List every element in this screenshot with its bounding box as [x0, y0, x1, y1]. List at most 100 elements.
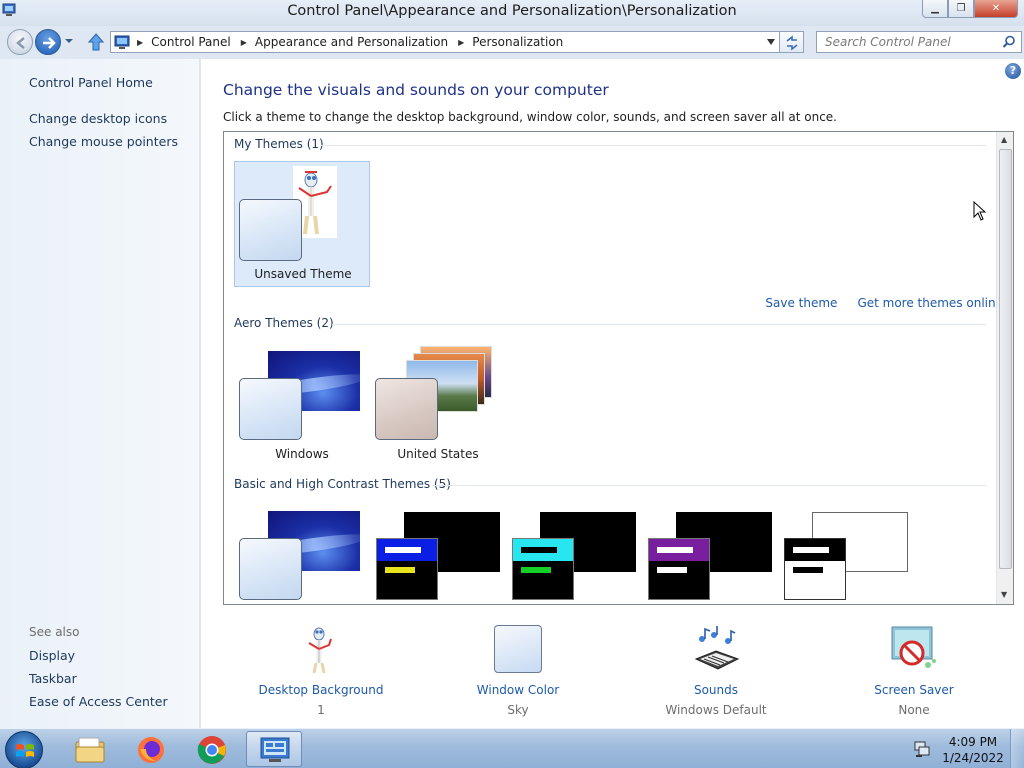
setting-value: Windows Default: [665, 703, 767, 717]
scroll-thumb[interactable]: [999, 149, 1012, 569]
window-color-setting[interactable]: Window Color Sky: [448, 625, 588, 717]
setting-value: 1: [317, 703, 325, 717]
sounds-icon: [694, 626, 740, 670]
contrast-window-preview: [648, 538, 710, 600]
network-icon[interactable]: [913, 740, 931, 758]
sidebar-item-control-panel-home[interactable]: Control Panel Home: [29, 75, 153, 90]
desktop-background-setting[interactable]: Desktop Background 1: [251, 625, 391, 717]
setting-value: None: [898, 703, 930, 717]
window-color-preview: [375, 378, 438, 440]
sidebar-item-change-mouse-pointers[interactable]: Change mouse pointers: [29, 134, 178, 149]
refresh-icon: [786, 35, 798, 51]
breadcrumb-appearance[interactable]: Appearance and Personalization: [255, 35, 448, 49]
title-bar: Control Panel\Appearance and Personaliza…: [0, 0, 1024, 26]
group-divider: [320, 145, 986, 146]
breadcrumb-personalization[interactable]: Personalization: [472, 35, 563, 49]
see-also-heading: See also: [29, 625, 80, 639]
mouse-cursor-icon: [973, 201, 987, 221]
refresh-button[interactable]: [780, 31, 804, 53]
screen-saver-setting[interactable]: Screen Saver None: [844, 625, 984, 717]
scroll-down-icon[interactable]: ▼: [1001, 590, 1007, 599]
theme-unsaved[interactable]: Unsaved Theme: [234, 161, 370, 287]
forky-icon: [308, 627, 332, 674]
recent-pages-dropdown-icon[interactable]: [64, 36, 74, 46]
taskbar-firefox[interactable]: [123, 731, 179, 767]
setting-label[interactable]: Screen Saver: [844, 683, 984, 697]
theme-list: My Themes (1) Unsaved Theme Save theme G…: [223, 131, 1014, 605]
main-content: ? Change the visuals and sounds on your …: [201, 59, 1024, 728]
back-arrow-icon: [16, 37, 25, 49]
contrast-window-preview: [376, 538, 438, 600]
show-desktop-button[interactable]: [1010, 729, 1024, 768]
breadcrumb-control-panel[interactable]: Control Panel: [151, 35, 231, 49]
setting-label[interactable]: Sounds: [646, 683, 786, 697]
setting-label[interactable]: Window Color: [448, 683, 588, 697]
theme-label: Windows: [275, 447, 329, 461]
theme-high-contrast-2[interactable]: [506, 502, 642, 604]
sidebar-item-change-desktop-icons[interactable]: Change desktop icons: [29, 111, 167, 126]
search-input[interactable]: [817, 32, 997, 52]
sidebar-item-ease-of-access-center[interactable]: Ease of Access Center: [29, 694, 168, 709]
breadcrumb-separator-icon[interactable]: ▶: [137, 38, 143, 47]
contrast-window-preview: [784, 538, 846, 600]
chrome-icon: [197, 736, 226, 764]
windows-explorer-icon: [75, 737, 105, 763]
taskbar-windows-explorer[interactable]: [62, 731, 118, 767]
window-color-preview: [239, 199, 302, 261]
taskbar: 4:09 PM 1/24/2022: [0, 728, 1024, 768]
clock-date: 1/24/2022: [942, 751, 1004, 765]
group-label-basic-themes: Basic and High Contrast Themes (5): [234, 477, 451, 491]
firefox-icon: [138, 737, 164, 763]
taskbar-clock[interactable]: 4:09 PM 1/24/2022: [938, 734, 1008, 766]
taskbar-control-panel[interactable]: [246, 731, 302, 767]
navigation-bar: ▶ Control Panel ▶ Appearance and Persona…: [0, 26, 1024, 58]
sidebar-item-taskbar[interactable]: Taskbar: [29, 671, 77, 686]
address-bar[interactable]: ▶ Control Panel ▶ Appearance and Persona…: [110, 31, 780, 53]
window-title: Control Panel\Appearance and Personaliza…: [287, 3, 737, 19]
setting-value: Sky: [507, 703, 529, 717]
maximize-button[interactable]: ❐: [948, 0, 974, 18]
sidebar: Control Panel Home Change desktop icons …: [0, 59, 200, 728]
setting-label[interactable]: Desktop Background: [251, 683, 391, 697]
theme-united-states[interactable]: United States: [370, 340, 506, 466]
theme-high-contrast-white[interactable]: [778, 502, 914, 604]
save-theme-link[interactable]: Save theme: [765, 296, 837, 310]
page-description: Click a theme to change the desktop back…: [223, 110, 837, 124]
contrast-window-preview: [512, 538, 574, 600]
search-box[interactable]: [816, 31, 1022, 53]
windows-logo-icon: [16, 744, 34, 757]
group-divider: [432, 485, 986, 486]
back-button[interactable]: [7, 29, 33, 55]
screen-saver-icon: [891, 626, 936, 668]
page-title: Change the visuals and sounds on your co…: [223, 81, 609, 99]
vertical-scrollbar[interactable]: ▲ ▼: [996, 132, 1013, 604]
start-button[interactable]: [5, 731, 43, 768]
theme-label: United States: [397, 447, 479, 461]
sidebar-item-display[interactable]: Display: [29, 648, 75, 663]
forward-arrow-icon: [43, 37, 56, 49]
theme-windows[interactable]: Windows: [234, 340, 370, 466]
chevron-down-icon[interactable]: [767, 39, 775, 45]
help-icon[interactable]: ?: [1005, 63, 1021, 79]
get-more-themes-link[interactable]: Get more themes online: [857, 296, 1003, 310]
theme-windows-basic[interactable]: [234, 502, 370, 604]
window-color-icon: [494, 625, 542, 673]
theme-high-contrast-1[interactable]: [370, 502, 506, 604]
forward-button[interactable]: [35, 29, 61, 55]
sounds-setting[interactable]: Sounds Windows Default: [646, 625, 786, 717]
group-divider: [332, 324, 986, 325]
theme-high-contrast-black[interactable]: [642, 502, 778, 604]
breadcrumb-separator-icon[interactable]: ▶: [458, 38, 464, 47]
breadcrumb-separator-icon[interactable]: ▶: [241, 38, 247, 47]
minimize-button[interactable]: ▁: [922, 0, 948, 18]
close-button[interactable]: ✕: [974, 0, 1018, 18]
theme-links: Save theme Get more themes online: [765, 296, 1003, 310]
group-label-aero-themes: Aero Themes (2): [234, 316, 334, 330]
scroll-up-icon[interactable]: ▲: [1001, 135, 1007, 144]
theme-label: Unsaved Theme: [254, 267, 352, 281]
window-color-preview: [239, 378, 302, 440]
up-arrow-icon[interactable]: [87, 32, 105, 52]
window-color-preview: [239, 538, 302, 600]
taskbar-chrome[interactable]: [184, 731, 240, 767]
search-icon[interactable]: [1002, 35, 1016, 49]
